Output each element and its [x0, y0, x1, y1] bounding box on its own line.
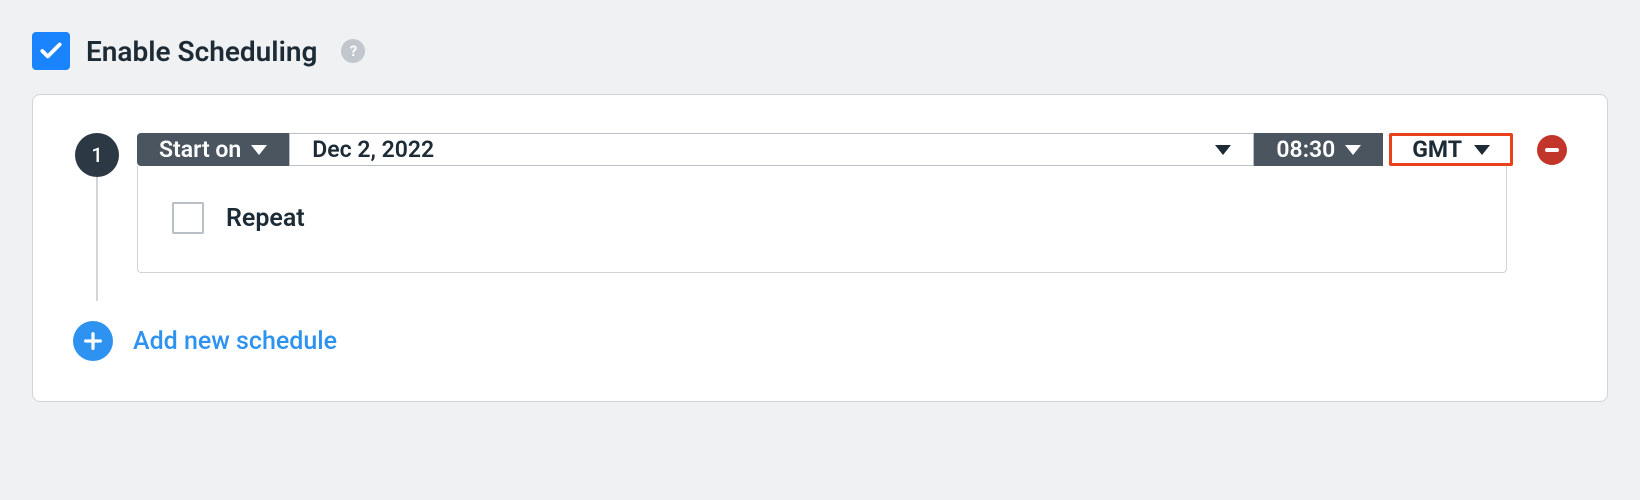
- chevron-down-icon: [251, 145, 267, 155]
- repeat-label: Repeat: [226, 204, 305, 233]
- minus-icon: [1545, 148, 1559, 152]
- time-dropdown[interactable]: 08:30: [1254, 133, 1383, 166]
- enable-scheduling-header: Enable Scheduling ?: [32, 32, 1608, 70]
- step-number: 1: [91, 143, 102, 167]
- help-icon[interactable]: ?: [341, 39, 365, 63]
- timezone-value: GMT: [1412, 136, 1462, 163]
- add-schedule-row: Add new schedule: [73, 321, 1567, 361]
- enable-scheduling-checkbox[interactable]: [32, 32, 70, 70]
- add-schedule-label[interactable]: Add new schedule: [133, 327, 337, 356]
- timezone-dropdown[interactable]: GMT: [1389, 133, 1513, 166]
- chevron-down-icon: [1345, 145, 1361, 155]
- plus-icon: [82, 330, 104, 352]
- repeat-section: Repeat: [137, 166, 1507, 273]
- chevron-down-icon: [1474, 145, 1490, 155]
- time-value: 08:30: [1276, 136, 1335, 163]
- step-badge: 1: [75, 133, 119, 177]
- check-icon: [38, 38, 64, 64]
- schedule-item: 1 Start on Dec 2, 2022 08:30: [73, 133, 1567, 273]
- rail-line: [96, 177, 98, 301]
- repeat-checkbox[interactable]: [172, 202, 204, 234]
- scheduling-card: 1 Start on Dec 2, 2022 08:30: [32, 94, 1608, 402]
- date-value: Dec 2, 2022: [312, 136, 434, 163]
- date-field[interactable]: Dec 2, 2022: [289, 133, 1254, 166]
- chevron-down-icon: [1215, 145, 1231, 155]
- remove-schedule-button[interactable]: [1537, 135, 1567, 165]
- start-on-dropdown[interactable]: Start on: [137, 133, 289, 166]
- start-on-label: Start on: [159, 136, 241, 163]
- step-rail: 1: [73, 133, 121, 273]
- enable-scheduling-label: Enable Scheduling: [86, 35, 317, 68]
- add-schedule-button[interactable]: [73, 321, 113, 361]
